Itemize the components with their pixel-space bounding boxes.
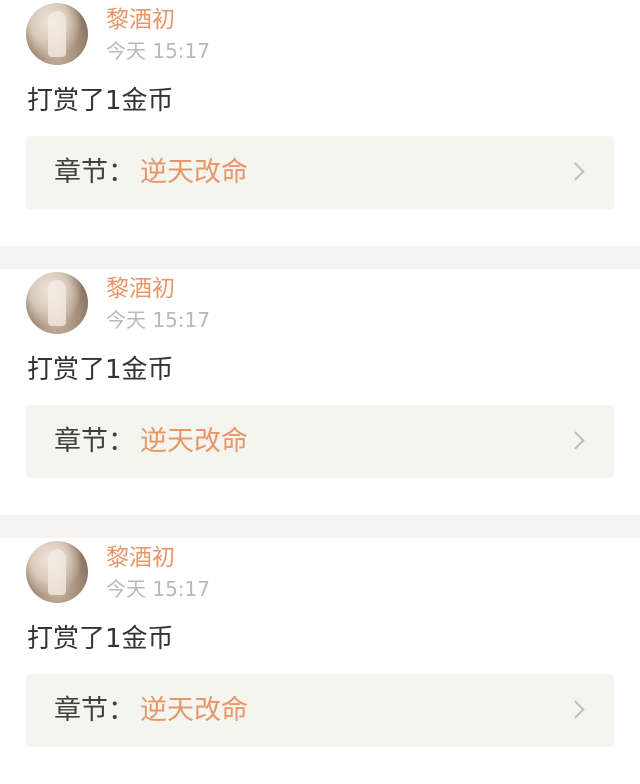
post-time: 今天 15:17 [106,39,210,63]
feed-item: 黎酒初 今天 15:17 打赏了1金币 章节： 逆天改命 [0,538,640,784]
item-separator [0,515,640,538]
item-separator [0,246,640,269]
user-name[interactable]: 黎酒初 [106,542,175,574]
reward-feed: 黎酒初 今天 15:17 打赏了1金币 章节： 逆天改命 黎酒初 今天 15:1… [0,0,640,784]
chapter-title: 逆天改命 [140,695,248,726]
user-name[interactable]: 黎酒初 [106,273,175,305]
chapter-link[interactable]: 章节： 逆天改命 [26,674,614,747]
chapter-title: 逆天改命 [140,426,248,457]
chapter-label: 章节： [54,426,135,457]
reward-text: 打赏了1金币 [27,86,174,116]
chapter-link[interactable]: 章节： 逆天改命 [26,136,614,209]
chevron-right-icon [566,162,585,181]
avatar[interactable] [26,541,88,603]
chevron-right-icon [566,431,585,450]
reward-text: 打赏了1金币 [27,355,174,385]
chapter-label: 章节： [54,157,135,188]
chapter-link[interactable]: 章节： 逆天改命 [26,405,614,478]
post-time: 今天 15:17 [106,308,210,332]
user-name[interactable]: 黎酒初 [106,4,175,36]
avatar[interactable] [26,272,88,334]
chapter-title: 逆天改命 [140,157,248,188]
chevron-right-icon [566,700,585,719]
post-time: 今天 15:17 [106,577,210,601]
chapter-label: 章节： [54,695,135,726]
feed-item: 黎酒初 今天 15:17 打赏了1金币 章节： 逆天改命 [0,269,640,515]
feed-item: 黎酒初 今天 15:17 打赏了1金币 章节： 逆天改命 [0,0,640,246]
avatar[interactable] [26,3,88,65]
reward-text: 打赏了1金币 [27,624,174,654]
